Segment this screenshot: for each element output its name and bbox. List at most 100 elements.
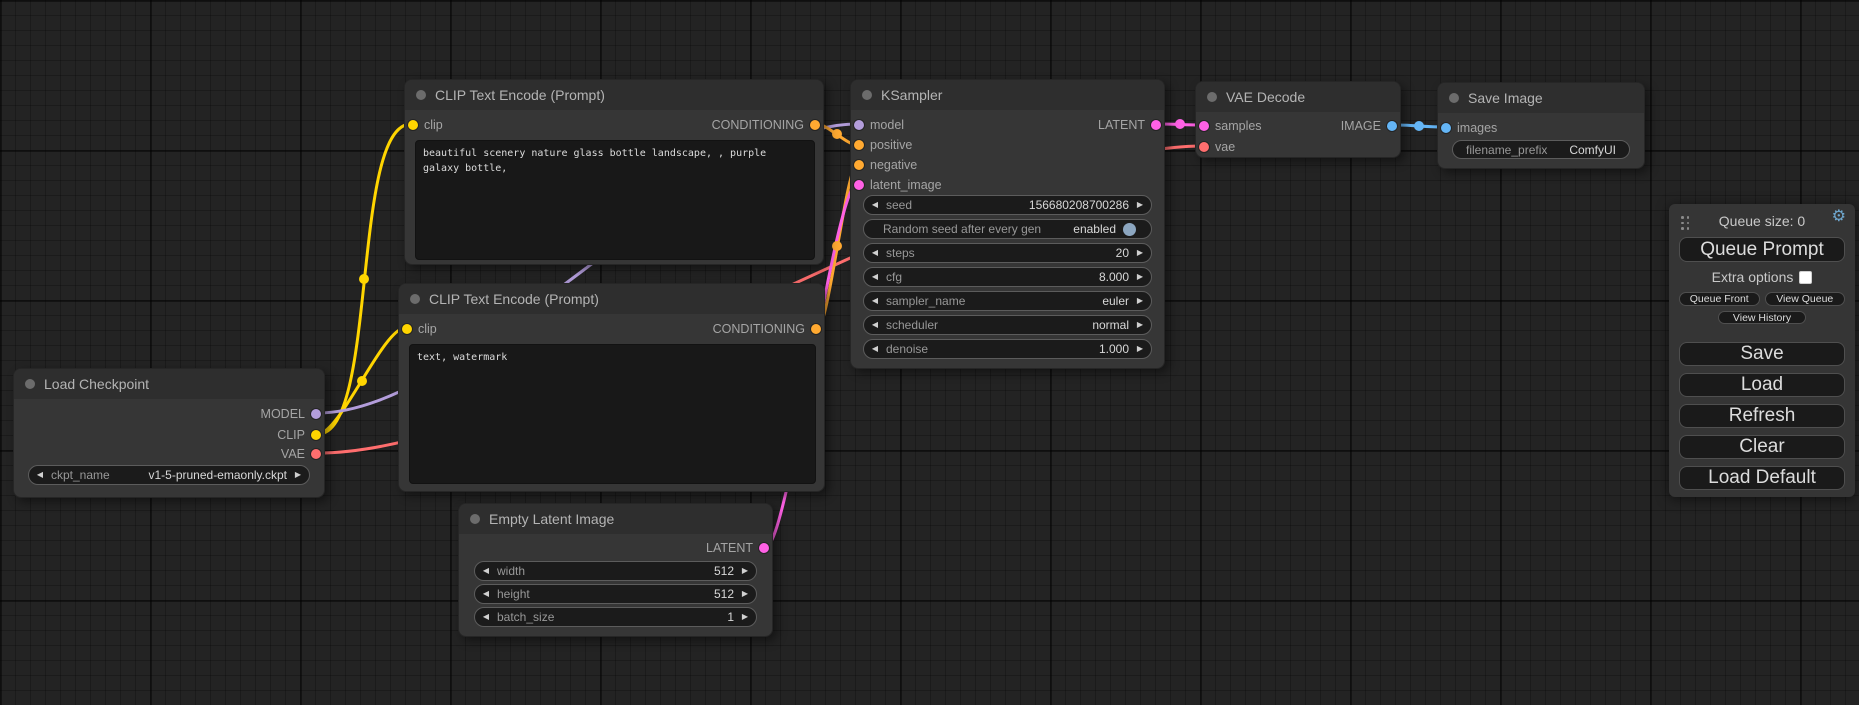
negative-prompt-textarea[interactable]: text, watermark: [409, 344, 816, 484]
node-title: Save Image: [1468, 90, 1543, 106]
image-output-dot[interactable]: [1387, 121, 1397, 131]
latent-image-input-dot[interactable]: [854, 180, 864, 190]
seed-widget[interactable]: ◀ seed 156680208700286 ▶: [863, 195, 1152, 215]
port-label-vae: vae: [1215, 140, 1235, 154]
output-row-latent: LATENT: [459, 541, 772, 555]
collapse-dot-icon[interactable]: [1449, 93, 1459, 103]
node-save-image[interactable]: Save Image images filename_prefix ComfyU…: [1437, 82, 1645, 169]
node-title-bar[interactable]: Empty Latent Image: [459, 504, 772, 534]
scheduler-widget[interactable]: ◀ scheduler normal ▶: [863, 315, 1152, 335]
sampler-name-widget[interactable]: ◀ sampler_name euler ▶: [863, 291, 1152, 311]
port-label-latent: LATENT: [706, 541, 753, 555]
filename-prefix-widget[interactable]: filename_prefix ComfyUI: [1452, 140, 1630, 159]
positive-prompt-textarea[interactable]: beautiful scenery nature glass bottle la…: [415, 140, 815, 260]
node-title-bar[interactable]: Load Checkpoint: [14, 369, 324, 399]
widget-label: seed: [886, 198, 912, 212]
increment-arrow-icon[interactable]: ▶: [1129, 292, 1151, 310]
decrement-arrow-icon[interactable]: ◀: [864, 340, 886, 358]
link-midpoint-dot[interactable]: [1414, 121, 1424, 131]
conditioning-output-dot[interactable]: [811, 324, 821, 334]
node-ksampler[interactable]: KSampler model positive negative latent_…: [850, 79, 1165, 369]
load-default-button[interactable]: Load Default: [1679, 466, 1845, 490]
increment-arrow-icon[interactable]: ▶: [1129, 340, 1151, 358]
node-clip-text-encode-positive[interactable]: CLIP Text Encode (Prompt) clip CONDITION…: [404, 79, 824, 265]
save-button[interactable]: Save: [1679, 342, 1845, 366]
increment-arrow-icon[interactable]: ▶: [1129, 196, 1151, 214]
model-output-dot[interactable]: [311, 409, 321, 419]
steps-widget[interactable]: ◀ steps 20 ▶: [863, 243, 1152, 263]
node-load-checkpoint[interactable]: Load Checkpoint MODEL CLIP VAE ◀ ckpt_na…: [13, 368, 325, 498]
view-queue-button[interactable]: View Queue: [1765, 292, 1846, 306]
increment-arrow-icon[interactable]: ▶: [734, 608, 756, 626]
link-midpoint-dot[interactable]: [832, 241, 842, 251]
decrement-arrow-icon[interactable]: ◀: [864, 196, 886, 214]
width-widget[interactable]: ◀ width 512 ▶: [474, 561, 757, 581]
input-row-positive: positive: [851, 138, 1164, 152]
decrement-arrow-icon[interactable]: ◀: [475, 562, 497, 580]
node-graph-canvas[interactable]: Load Checkpoint MODEL CLIP VAE ◀ ckpt_na…: [0, 0, 1859, 705]
latent-output-dot[interactable]: [1151, 120, 1161, 130]
node-title-bar[interactable]: VAE Decode: [1196, 82, 1400, 112]
collapse-dot-icon[interactable]: [416, 90, 426, 100]
load-button[interactable]: Load: [1679, 373, 1845, 397]
view-history-button[interactable]: View History: [1718, 311, 1806, 324]
denoise-widget[interactable]: ◀ denoise 1.000 ▶: [863, 339, 1152, 359]
vae-output-dot[interactable]: [311, 449, 321, 459]
clip-output-dot[interactable]: [311, 430, 321, 440]
extra-options-checkbox[interactable]: [1799, 271, 1812, 284]
node-vae-decode[interactable]: VAE Decode samples vae IMAGE: [1195, 81, 1401, 158]
node-title-bar[interactable]: KSampler: [851, 80, 1164, 110]
node-title-bar[interactable]: Save Image: [1438, 83, 1644, 113]
link-midpoint-dot[interactable]: [359, 274, 369, 284]
conditioning-output-dot[interactable]: [810, 120, 820, 130]
positive-input-dot[interactable]: [854, 140, 864, 150]
link-midpoint-dot[interactable]: [1175, 119, 1185, 129]
refresh-button[interactable]: Refresh: [1679, 404, 1845, 428]
node-title-bar[interactable]: CLIP Text Encode (Prompt): [405, 80, 823, 110]
clear-button[interactable]: Clear: [1679, 435, 1845, 459]
gear-icon[interactable]: ⚙: [1832, 209, 1846, 225]
queue-prompt-button[interactable]: Queue Prompt: [1679, 237, 1845, 262]
collapse-dot-icon[interactable]: [25, 379, 35, 389]
increment-arrow-icon[interactable]: ▶: [287, 466, 309, 484]
output-row-clip: CLIP: [14, 428, 324, 442]
node-title-bar[interactable]: CLIP Text Encode (Prompt): [399, 284, 824, 314]
widget-value: 1: [727, 610, 734, 624]
decrement-arrow-icon[interactable]: ◀: [864, 292, 886, 310]
link-midpoint-dot[interactable]: [832, 129, 842, 139]
decrement-arrow-icon[interactable]: ◀: [475, 585, 497, 603]
height-widget[interactable]: ◀ height 512 ▶: [474, 584, 757, 604]
decrement-arrow-icon[interactable]: ◀: [29, 466, 51, 484]
widget-label: filename_prefix: [1466, 143, 1547, 157]
ckpt-name-widget[interactable]: ◀ ckpt_name v1-5-pruned-emaonly.ckpt ▶: [28, 465, 310, 485]
increment-arrow-icon[interactable]: ▶: [734, 585, 756, 603]
increment-arrow-icon[interactable]: ▶: [1129, 268, 1151, 286]
decrement-arrow-icon[interactable]: ◀: [864, 316, 886, 334]
link-midpoint-dot[interactable]: [357, 376, 367, 386]
decrement-arrow-icon[interactable]: ◀: [864, 244, 886, 262]
collapse-dot-icon[interactable]: [470, 514, 480, 524]
collapse-dot-icon[interactable]: [1207, 92, 1217, 102]
node-clip-text-encode-negative[interactable]: CLIP Text Encode (Prompt) clip CONDITION…: [398, 283, 825, 492]
widget-label: sampler_name: [886, 294, 965, 308]
batch-size-widget[interactable]: ◀ batch_size 1 ▶: [474, 607, 757, 627]
increment-arrow-icon[interactable]: ▶: [1129, 316, 1151, 334]
queue-front-button[interactable]: Queue Front: [1679, 292, 1760, 306]
images-input-dot[interactable]: [1441, 123, 1451, 133]
decrement-arrow-icon[interactable]: ◀: [475, 608, 497, 626]
extra-options-label: Extra options: [1712, 269, 1794, 285]
increment-arrow-icon[interactable]: ▶: [1129, 244, 1151, 262]
collapse-dot-icon[interactable]: [862, 90, 872, 100]
collapse-dot-icon[interactable]: [410, 294, 420, 304]
node-title: VAE Decode: [1226, 89, 1305, 105]
increment-arrow-icon[interactable]: ▶: [734, 562, 756, 580]
decrement-arrow-icon[interactable]: ◀: [864, 268, 886, 286]
negative-input-dot[interactable]: [854, 160, 864, 170]
port-label-negative: negative: [870, 158, 917, 172]
cfg-widget[interactable]: ◀ cfg 8.000 ▶: [863, 267, 1152, 287]
latent-output-dot[interactable]: [759, 543, 769, 553]
random-seed-toggle-widget[interactable]: Random seed after every gen enabled: [863, 219, 1152, 239]
vae-input-dot[interactable]: [1199, 142, 1209, 152]
toggle-knob-icon[interactable]: [1123, 223, 1136, 236]
node-empty-latent-image[interactable]: Empty Latent Image LATENT ◀ width 512 ▶ …: [458, 503, 773, 637]
